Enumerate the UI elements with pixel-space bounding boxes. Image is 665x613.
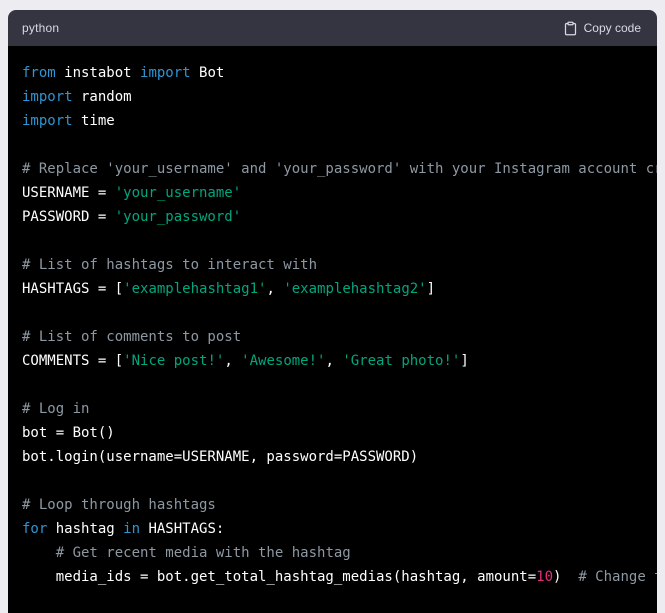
code-token: import [22,113,73,129]
copy-icon [563,21,578,36]
code-line: for hashtag in HASHTAGS: [22,517,643,541]
code-line: COMMENTS = ['Nice post!', 'Awesome!', 'G… [22,349,643,373]
code-token: 'examplehashtag2' [283,281,427,297]
page: { "header": { "language": "python", "cop… [0,10,665,613]
code-line: from instabot import Bot [22,61,643,85]
code-line: # Get recent media with the hashtag [22,541,643,565]
copy-code-label: Copy code [583,21,641,35]
copy-code-button[interactable]: Copy code [563,21,641,36]
code-token: 10 [536,569,554,585]
code-token: , [224,353,242,369]
code-line: # Loop through hashtags [22,493,643,517]
code-token: # Get recent media with the hashtag [55,545,351,561]
code-token: hashtag [47,521,124,537]
code-token: Bot [190,65,225,81]
code-token: for [22,521,48,537]
code-token: 'Great photo!' [342,353,461,369]
code-token: media_ids = bot.get_total_hashtag_medias… [22,569,537,585]
code-token: instabot [55,65,141,81]
code-token: 'your_password' [114,209,242,225]
code-token: HASHTAGS = [ [22,281,124,297]
code-token: time [72,113,115,129]
code-area[interactable]: from instabot import Bot import random imp… [8,46,657,613]
code-token: import [22,89,73,105]
code-line: import random [22,85,643,109]
code-line: PASSWORD = 'your_password' [22,205,643,229]
code-line: bot = Bot() [22,421,643,445]
code-token: # Log in [22,401,90,417]
code-token: 'Nice post!' [123,353,225,369]
code-block: python Copy code from instabot import Bo… [8,10,657,613]
code-token: random [72,89,132,105]
code-token: USERNAME = [22,185,115,201]
code-line: # List of comments to post [22,325,643,349]
code-token: from [22,65,56,81]
code-line: # Replace 'your_username' and 'your_pass… [22,157,657,181]
code-token: bot = Bot() [22,425,115,441]
code-token: PASSWORD = [22,209,115,225]
code-token: , [325,353,343,369]
code-line: media_ids = bot.get_total_hashtag_medias… [22,565,657,589]
code-token: ) [553,569,579,585]
language-label: python [22,21,60,35]
code-token: 'examplehashtag1' [123,281,267,297]
code-token: import [140,65,191,81]
code-line: import time [22,109,643,133]
code-token: # Replace 'your_username' and 'your_pass… [22,161,657,177]
code-line: HASHTAGS = ['examplehashtag1', 'exampleh… [22,277,643,301]
code-line: bot.login(username=USERNAME, password=PA… [22,445,643,469]
code-token: HASHTAGS: [140,521,225,537]
code-token: ] [460,353,469,369]
code-token: in [123,521,141,537]
code-token: 'your_username' [114,185,242,201]
code-token: 'Awesome!' [241,353,326,369]
code-header: python Copy code [8,10,657,46]
code-token: # List of hashtags to interact with [22,257,318,273]
code-token: # Change t [578,569,657,585]
code-line: USERNAME = 'your_username' [22,181,643,205]
code-token: bot.login(username=USERNAME, password=PA… [22,449,419,465]
code-token: ] [426,281,436,297]
code-line: # Log in [22,397,643,421]
code-token: # Loop through hashtags [22,497,216,513]
code-token: , [266,281,284,297]
code-token: # List of comments to post [22,329,242,345]
code-line: # List of hashtags to interact with [22,253,643,277]
code-token: COMMENTS = [ [22,353,124,369]
